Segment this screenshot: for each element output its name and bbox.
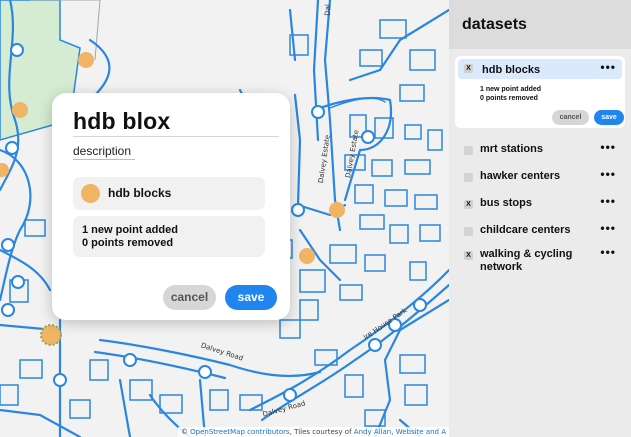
- dataset-selector[interactable]: hdb blocks: [73, 177, 265, 210]
- panel-title: datasets: [462, 16, 527, 33]
- active-dataset-header[interactable]: X hdb blocks •••: [458, 59, 622, 79]
- dataset-row-walking-cycling[interactable]: X walking & cycling network •••: [449, 245, 631, 277]
- more-options-icon[interactable]: •••: [600, 167, 616, 181]
- description-underline: [73, 159, 135, 160]
- change-summary: 1 new point added 0 points removed: [480, 85, 541, 103]
- attribution-prefix: ©: [180, 428, 191, 436]
- dataset-row-childcare-centers[interactable]: childcare centers •••: [449, 221, 631, 243]
- edit-popup: hdb blox description hdb blocks 1 new po…: [52, 93, 290, 320]
- road-label: Dal: [323, 4, 333, 16]
- dataset-row-hawker-centers[interactable]: hawker centers •••: [449, 167, 631, 189]
- description-field[interactable]: description: [73, 144, 131, 158]
- popup-title[interactable]: hdb blox: [73, 108, 170, 135]
- andy-allan-link[interactable]: Andy Allan: [354, 428, 391, 436]
- title-divider: [73, 136, 279, 137]
- dataset-name: walking & cycling network: [480, 248, 573, 273]
- dataset-row-bus-stops[interactable]: X bus stops •••: [449, 194, 631, 216]
- dataset-checkbox[interactable]: X: [464, 251, 473, 260]
- dataset-checkbox[interactable]: [464, 173, 473, 182]
- more-options-icon[interactable]: •••: [600, 221, 616, 235]
- dataset-name: bus stops: [480, 197, 532, 209]
- cancel-button[interactable]: cancel: [552, 110, 589, 125]
- website-link[interactable]: Website and A: [396, 428, 446, 436]
- change-summary: 1 new point added 0 points removed: [73, 216, 265, 257]
- points-removed-text: 0 points removed: [480, 95, 538, 102]
- cancel-button[interactable]: cancel: [163, 285, 216, 310]
- osm-link[interactable]: OpenStreetMap contributors: [190, 428, 290, 436]
- dataset-color-dot: [81, 184, 100, 203]
- dataset-name: hawker centers: [480, 170, 561, 182]
- attribution-mid: , Tiles courtesy of: [289, 428, 354, 436]
- dataset-checkbox[interactable]: X: [464, 200, 473, 209]
- more-options-icon[interactable]: •••: [600, 140, 616, 154]
- dataset-name: mrt stations: [480, 143, 543, 155]
- dataset-name: hdb blocks: [482, 64, 541, 76]
- dataset-checkbox[interactable]: [464, 227, 473, 236]
- panel-header: datasets: [449, 0, 631, 49]
- more-options-icon[interactable]: •••: [600, 245, 616, 259]
- dataset-row-mrt-stations[interactable]: mrt stations •••: [449, 140, 631, 162]
- points-added-text: 1 new point added: [82, 224, 178, 236]
- save-button[interactable]: save: [594, 110, 624, 125]
- save-button[interactable]: save: [225, 285, 277, 310]
- dataset-name: hdb blocks: [108, 186, 172, 200]
- more-options-icon[interactable]: •••: [600, 194, 616, 208]
- more-options-icon[interactable]: •••: [600, 60, 616, 74]
- datasets-panel: datasets X hdb blocks ••• 1 new point ad…: [449, 0, 631, 437]
- active-dataset-card: X hdb blocks ••• 1 new point added 0 poi…: [455, 56, 625, 128]
- dataset-name: childcare centers: [480, 224, 571, 236]
- map-attribution: © OpenStreetMap contributors, Tiles cour…: [177, 427, 449, 437]
- dataset-checkbox[interactable]: X: [464, 64, 473, 73]
- dataset-checkbox[interactable]: [464, 146, 473, 155]
- points-removed-text: 0 points removed: [82, 237, 174, 249]
- points-added-text: 1 new point added: [480, 86, 542, 93]
